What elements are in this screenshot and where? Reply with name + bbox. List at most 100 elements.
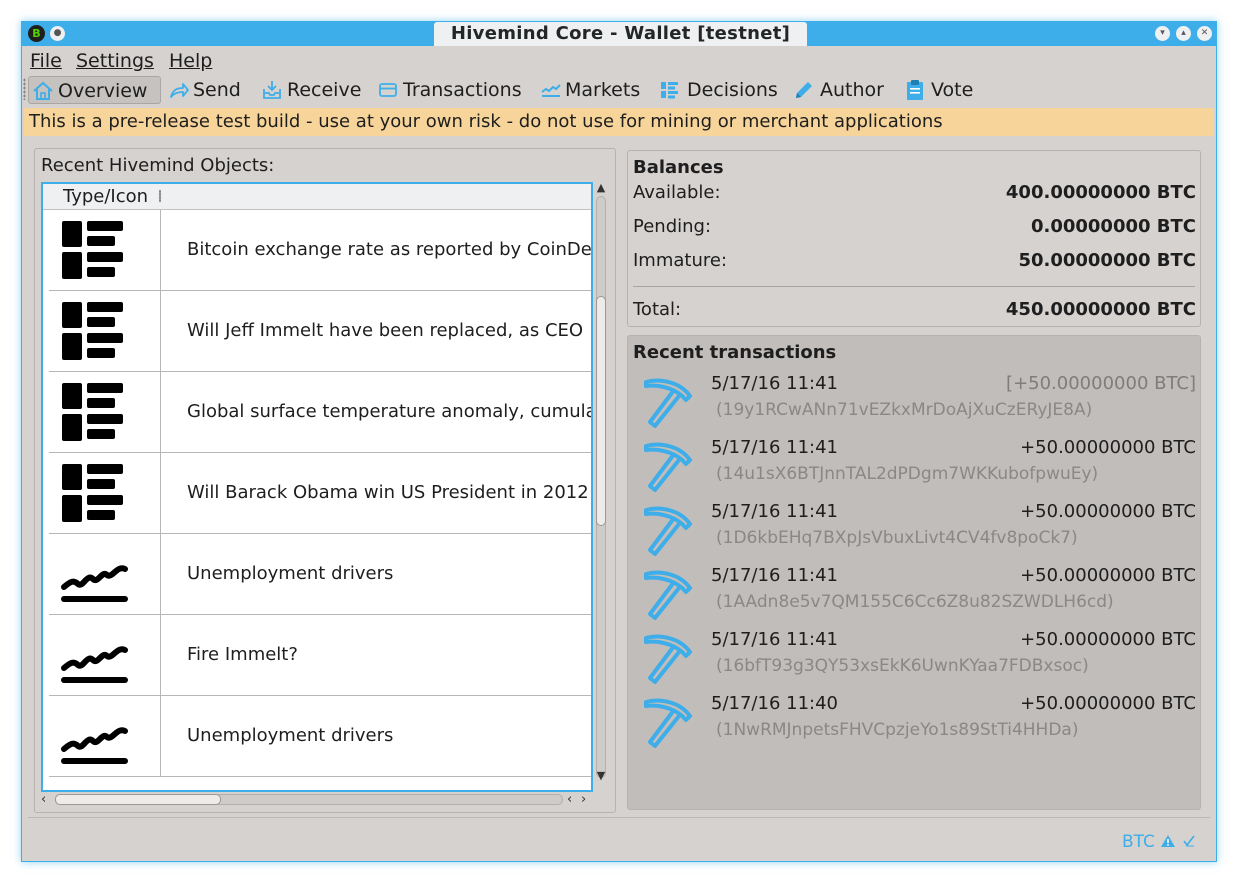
transaction-amount: +50.00000000 BTC <box>1020 437 1196 458</box>
tab-overview[interactable]: Overview <box>28 76 161 104</box>
recent-transactions-panel: Recent transactions 5/17/16 11:41 [+50.00… <box>627 335 1201 810</box>
decision-list-icon <box>62 302 123 360</box>
object-title: Bitcoin exchange rate as reported by Coi… <box>187 239 593 260</box>
market-trend-icon <box>61 565 128 602</box>
transaction-amount: +50.00000000 BTC <box>1020 693 1196 714</box>
close-icon[interactable]: ✕ <box>1197 26 1212 41</box>
menu-file[interactable]: File <box>30 48 62 74</box>
vertical-scroll-thumb[interactable] <box>596 296 606 526</box>
menu-bar: File Settings Help <box>22 48 1216 74</box>
mined-pickaxe-icon <box>644 634 692 684</box>
recent-objects-title: Recent Hivemind Objects: <box>41 155 275 176</box>
object-title: Unemployment drivers <box>187 563 394 584</box>
transaction-address: (1D6kbEHq7BXpJsVbuxLivt4CV4fv8poCk7) <box>716 528 1078 548</box>
object-type-cell <box>49 534 161 614</box>
object-title: Unemployment drivers <box>187 725 394 746</box>
mined-pickaxe-icon <box>644 506 692 556</box>
object-row[interactable]: Unemployment drivers <box>49 696 591 777</box>
markets-chart-icon <box>541 84 561 97</box>
recent-transactions-title: Recent transactions <box>633 342 837 363</box>
toolbar-grip-icon[interactable] <box>23 78 26 100</box>
immature-balance: 50.00000000 BTC <box>1018 250 1196 271</box>
object-type-cell <box>49 453 161 533</box>
window-title: Hivemind Core - Wallet [testnet] <box>434 22 807 46</box>
transaction-item[interactable]: 5/17/16 11:41 [+50.00000000 BTC] (19y1RCwA… <box>636 372 1200 428</box>
main-window: B ● Hivemind Core - Wallet [testnet] ▾ ▴… <box>21 21 1217 862</box>
tab-receive[interactable]: Receive <box>261 76 361 104</box>
pending-balance: 0.00000000 BTC <box>1030 216 1196 237</box>
total-balance-row: Total: 450.00000000 BTC <box>633 297 1196 323</box>
available-balance-row: Available: 400.00000000 BTC <box>633 180 1196 206</box>
app-logo-icon[interactable]: B <box>28 25 45 42</box>
transaction-address: (1AAdn8e5v7QM155C6Cc6Z8u82SZWDLH6cd) <box>716 592 1114 612</box>
receive-inbox-icon <box>263 81 281 99</box>
minimize-icon[interactable]: ▾ <box>1155 26 1170 41</box>
main-toolbar: Overview Send Receive Transactions Marke… <box>22 74 1216 104</box>
available-balance: 400.00000000 BTC <box>1005 182 1196 203</box>
objects-list-header[interactable]: Type/Icon <box>43 184 591 210</box>
object-type-cell <box>49 372 161 452</box>
object-row[interactable]: Will Jeff Immelt have been replaced, as … <box>49 291 591 372</box>
pending-balance-row: Pending: 0.00000000 BTC <box>633 214 1196 240</box>
pin-icon[interactable]: ● <box>50 26 65 41</box>
object-title: Global surface temperature anomaly, cumu… <box>187 401 593 422</box>
transaction-date: 5/17/16 11:41 <box>711 629 838 650</box>
immature-balance-row: Immature: 50.00000000 BTC <box>633 248 1196 274</box>
balances-panel: Balances Available: 400.00000000 BTC Pen… <box>627 150 1201 327</box>
status-divider <box>28 817 1210 818</box>
scroll-up-icon[interactable]: ▲ <box>594 182 608 194</box>
column-header-type-icon[interactable]: Type/Icon <box>63 184 148 210</box>
objects-list[interactable]: Type/Icon Bitcoin exchange rate as repor… <box>41 182 593 792</box>
mined-pickaxe-icon <box>644 442 692 492</box>
object-type-cell <box>49 696 161 776</box>
decisions-list-icon <box>661 82 678 99</box>
tab-markets[interactable]: Markets <box>540 76 644 104</box>
home-icon <box>33 81 53 100</box>
balances-divider <box>633 286 1195 287</box>
menu-settings[interactable]: Settings <box>76 48 154 74</box>
transaction-item[interactable]: 5/17/16 11:41 +50.00000000 BTC (16bfT93g3Q… <box>636 628 1200 684</box>
market-trend-icon <box>61 646 128 683</box>
object-title: Will Barack Obama win US President in 20… <box>187 482 589 503</box>
transaction-item[interactable]: 5/17/16 11:40 +50.00000000 BTC (1NwRMJnpet… <box>636 692 1200 748</box>
tab-send[interactable]: Send <box>168 76 248 104</box>
tab-decisions[interactable]: Decisions <box>660 76 780 104</box>
unit-selector[interactable]: BTC <box>1122 831 1196 853</box>
scroll-left-icon[interactable]: ‹ <box>41 792 46 807</box>
transaction-item[interactable]: 5/17/16 11:41 +50.00000000 BTC (14u1sX6BTJ… <box>636 436 1200 492</box>
tab-vote[interactable]: Vote <box>906 76 982 104</box>
tab-author[interactable]: Author <box>793 76 889 104</box>
tab-transactions[interactable]: Transactions <box>378 76 522 104</box>
status-bar: BTC <box>22 817 1216 861</box>
scroll-left-end-icon[interactable]: ‹ <box>567 792 572 807</box>
send-arrow-icon <box>170 83 189 98</box>
object-row[interactable]: Bitcoin exchange rate as reported by Coi… <box>49 210 593 291</box>
title-bar[interactable]: B ● Hivemind Core - Wallet [testnet] ▾ ▴… <box>22 22 1216 46</box>
object-type-cell <box>49 291 161 371</box>
decision-list-icon <box>62 464 123 522</box>
transaction-date: 5/17/16 11:40 <box>711 693 838 714</box>
vote-clipboard-icon <box>907 80 923 100</box>
decision-list-icon <box>62 383 123 441</box>
maximize-icon[interactable]: ▴ <box>1176 26 1191 41</box>
transaction-item[interactable]: 5/17/16 11:41 +50.00000000 BTC (1AAdn8e5v7… <box>636 564 1200 620</box>
horizontal-scroll-thumb[interactable] <box>55 794 221 805</box>
object-row[interactable]: Global surface temperature anomaly, cumu… <box>49 372 593 453</box>
object-title: Fire Immelt? <box>187 644 298 665</box>
objects-horizontal-scrollbar[interactable]: ‹ ‹ › <box>41 792 593 808</box>
balances-title: Balances <box>633 157 724 178</box>
column-resize-handle[interactable] <box>159 190 161 202</box>
objects-vertical-scrollbar[interactable]: ▲ ▼ <box>594 182 608 792</box>
scroll-right-icon[interactable]: › <box>581 792 586 807</box>
object-row[interactable]: Unemployment drivers <box>49 534 591 615</box>
menu-help[interactable]: Help <box>169 48 212 74</box>
object-row[interactable]: Will Barack Obama win US President in 20… <box>49 453 591 534</box>
mined-pickaxe-icon <box>644 698 692 748</box>
transaction-amount: +50.00000000 BTC <box>1020 629 1196 650</box>
transaction-address: (16bfT93g3QY53xsEkK6UwnKYaa7FDBxsoc) <box>716 656 1089 676</box>
object-row[interactable]: Fire Immelt? <box>49 615 591 696</box>
mined-pickaxe-icon <box>644 570 692 620</box>
transaction-item[interactable]: 5/17/16 11:41 +50.00000000 BTC (1D6kbEHq7B… <box>636 500 1200 556</box>
transaction-date: 5/17/16 11:41 <box>711 501 838 522</box>
scroll-down-icon[interactable]: ▼ <box>594 770 608 782</box>
